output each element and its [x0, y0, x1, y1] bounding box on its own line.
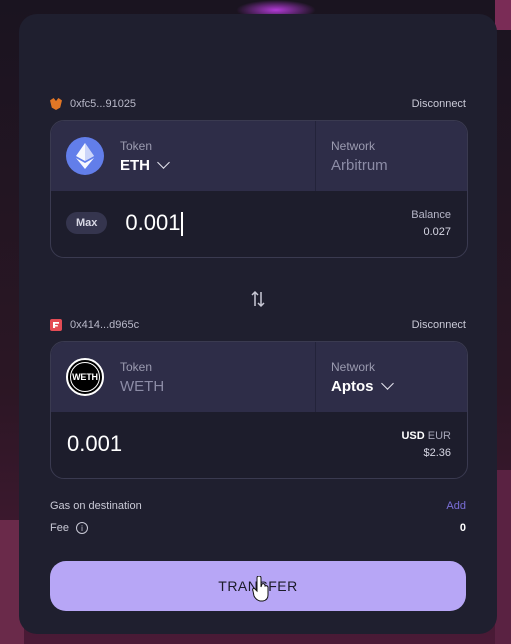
gas-label: Gas on destination: [50, 500, 142, 512]
dest-amount-value: 0.001: [67, 431, 123, 456]
source-network-value: Arbitrum: [331, 156, 388, 174]
chevron-down-icon: [157, 156, 170, 169]
dest-network-label: Network: [331, 359, 376, 374]
gas-add-button[interactable]: Add: [446, 500, 466, 512]
dest-wallet-address: 0x414...d965c: [70, 319, 140, 331]
fee-label: Fee: [50, 522, 69, 534]
dest-card: WETH Token WETH Network Aptos 0.001 USD …: [50, 341, 468, 479]
source-token-value: ETH: [120, 156, 150, 174]
source-network-label: Network: [331, 138, 376, 153]
fee-row: Fee i 0: [50, 522, 466, 535]
currency-eur-toggle[interactable]: EUR: [428, 430, 451, 442]
dest-wallet-row: 0x414...d965c Disconnect: [50, 316, 466, 334]
dest-token-value: WETH: [120, 377, 165, 395]
dest-disconnect-button[interactable]: Disconnect: [412, 319, 466, 331]
fiat-value: $2.36: [423, 447, 451, 459]
source-wallet-address: 0xfc5...91025: [70, 98, 137, 110]
weth-logo-text: WETH: [70, 362, 100, 392]
weth-icon: WETH: [66, 358, 104, 396]
balance-label: Balance: [411, 209, 451, 221]
hand-cursor-icon: [252, 576, 269, 602]
metamask-fox-icon: [50, 98, 62, 110]
swap-direction-icon[interactable]: [249, 290, 267, 308]
source-network-selector[interactable]: Network Arbitrum: [316, 121, 467, 191]
dest-token-selector[interactable]: WETH Token WETH: [51, 342, 316, 412]
gas-row: Gas on destination Add: [50, 500, 466, 512]
source-amount-value: 0.001: [125, 209, 181, 235]
source-wallet-row: 0xfc5...91025 Disconnect: [50, 95, 466, 113]
source-token-selector[interactable]: Token ETH: [51, 121, 316, 191]
eth-icon: [66, 137, 104, 175]
aptos-wallet-icon: [50, 319, 62, 331]
background-decor: [495, 0, 511, 30]
max-button[interactable]: Max: [66, 212, 108, 234]
source-disconnect-button[interactable]: Disconnect: [412, 98, 466, 110]
fee-value: 0: [459, 522, 466, 535]
chevron-down-icon: [380, 377, 394, 390]
dest-token-label: Token: [120, 359, 153, 374]
currency-usd-toggle[interactable]: USD: [401, 430, 424, 442]
balance-value: 0.027: [423, 226, 451, 238]
background-decor: [495, 470, 511, 644]
info-icon[interactable]: i: [76, 522, 89, 535]
source-token-label: Token: [120, 138, 153, 153]
dest-network-value: Aptos: [331, 377, 374, 395]
dest-network-selector[interactable]: Network Aptos: [316, 342, 467, 412]
source-amount-input[interactable]: 0.001: [125, 209, 183, 237]
source-card: Token ETH Network Arbitrum Max 0.001 Bal…: [50, 120, 468, 258]
text-caret: [181, 212, 183, 237]
